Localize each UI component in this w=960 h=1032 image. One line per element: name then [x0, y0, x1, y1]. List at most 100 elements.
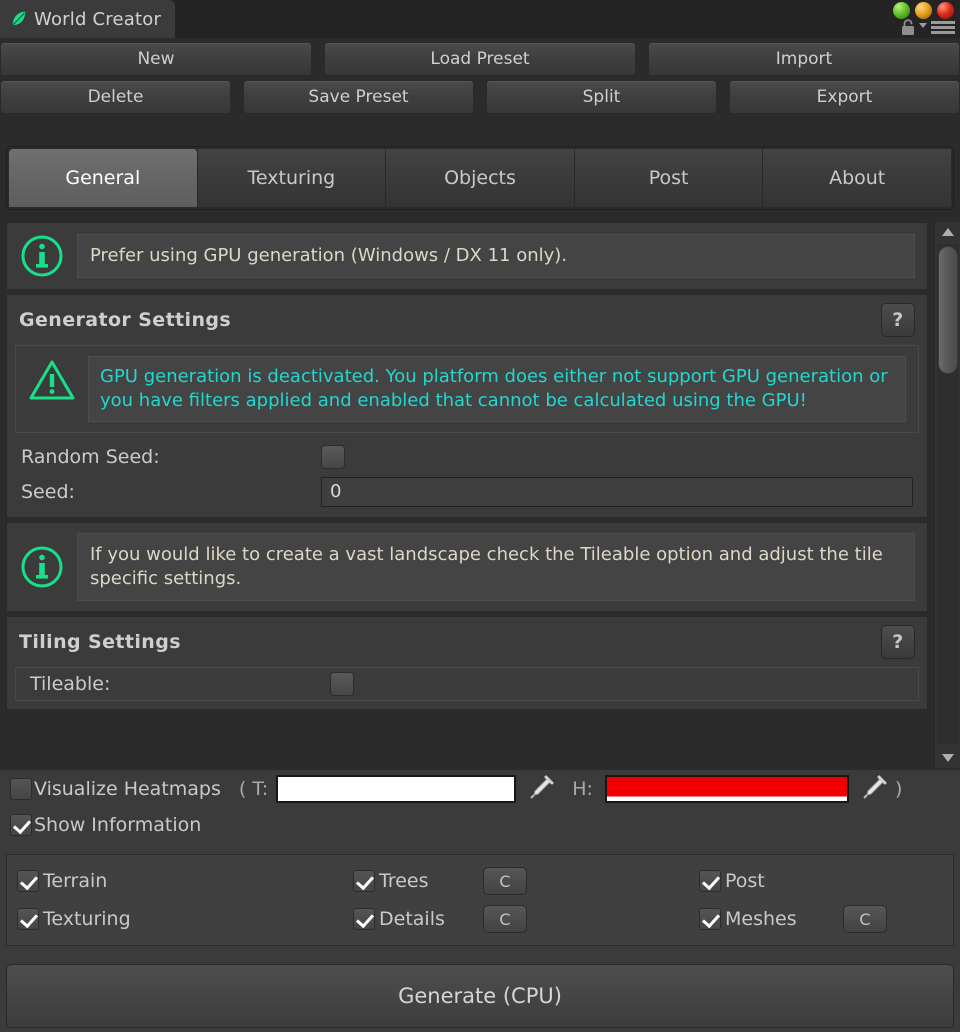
leaf-icon — [12, 11, 26, 26]
meshes-c-cell: C — [843, 905, 943, 933]
visualize-heatmaps-row: Visualize Heatmaps ( T: H: ) — [0, 770, 960, 806]
details-c-button[interactable]: C — [483, 905, 527, 933]
open-paren: ( — [238, 778, 247, 800]
chevron-up-icon — [942, 228, 954, 236]
new-button[interactable]: New — [0, 42, 312, 76]
tiling-settings-panel: Tiling Settings ? Tileable: — [6, 616, 928, 711]
tileable-row: Tileable: — [16, 668, 918, 700]
meshes-checkbox[interactable] — [699, 908, 721, 930]
generate-button[interactable]: Generate (CPU) — [6, 964, 954, 1028]
details-checkbox[interactable] — [353, 908, 375, 930]
minimize-orb-green[interactable] — [893, 2, 910, 19]
post-check[interactable]: Post — [699, 870, 843, 892]
scroll-down-button[interactable] — [935, 748, 960, 768]
generator-settings-header: Generator Settings ? — [7, 295, 927, 345]
toolbar-row-2: Delete Save Preset Split Export — [0, 76, 960, 114]
tab-about[interactable]: About — [763, 149, 951, 207]
window-tab[interactable]: World Creator — [0, 0, 176, 38]
visualize-heatmaps-label: Visualize Heatmaps — [34, 778, 221, 800]
scroll-up-button[interactable] — [935, 222, 960, 242]
hamburger-menu-icon[interactable] — [919, 20, 955, 35]
trees-checkbox[interactable] — [353, 870, 375, 892]
info-icon — [21, 546, 63, 588]
scrollbar-thumb[interactable] — [938, 246, 958, 374]
terrain-check[interactable]: Terrain — [17, 870, 353, 892]
details-label: Details — [379, 908, 445, 930]
seed-row: Seed: 0 — [7, 473, 927, 511]
tab-texturing[interactable]: Texturing — [197, 149, 387, 207]
gpu-warning-text: GPU generation is deactivated. You platf… — [88, 356, 906, 422]
bottom-panel: Visualize Heatmaps ( T: H: ) Show Inform… — [0, 770, 960, 1032]
chevron-down-icon — [942, 754, 954, 762]
generator-settings-title: Generator Settings — [19, 309, 232, 331]
tileable-checkbox[interactable] — [330, 672, 354, 697]
info-text-tiling: If you would like to create a vast lands… — [77, 532, 915, 602]
seed-label: Seed: — [21, 480, 75, 503]
tab-general[interactable]: General — [9, 149, 198, 207]
info-panel-gpu: Prefer using GPU generation (Windows / D… — [6, 222, 928, 290]
generation-targets-panel: Terrain Trees C Post Texturing Details C… — [6, 854, 954, 946]
tab-bar: General Texturing Objects Post About — [6, 146, 954, 210]
texturing-checkbox[interactable] — [17, 908, 39, 930]
heatmap-color-swatch[interactable] — [604, 775, 849, 803]
seed-input[interactable]: 0 — [321, 476, 913, 507]
tab-objects[interactable]: Objects — [386, 149, 575, 207]
terrain-label: Terrain — [43, 870, 108, 892]
gpu-warning-box: GPU generation is deactivated. You platf… — [15, 345, 919, 433]
meshes-check[interactable]: Meshes — [699, 908, 843, 930]
maximize-orb-orange[interactable] — [915, 2, 932, 19]
split-button[interactable]: Split — [486, 80, 717, 114]
window-title: World Creator — [34, 8, 162, 30]
title-bar: World Creator — [0, 0, 960, 38]
tileable-box: Tileable: — [15, 667, 919, 702]
info-icon — [21, 235, 63, 277]
t-label: T: — [252, 778, 269, 800]
eyedropper-icon[interactable] — [524, 775, 554, 803]
toolbar: New Load Preset Import Delete Save Prese… — [0, 38, 960, 114]
random-seed-row: Random Seed: — [7, 441, 927, 473]
info-panel-tiling: If you would like to create a vast lands… — [6, 521, 928, 613]
tiling-settings-help-button[interactable]: ? — [881, 625, 915, 660]
settings-scroll-area: Prefer using GPU generation (Windows / D… — [0, 222, 934, 768]
toolbar-row-1: New Load Preset Import — [0, 38, 960, 76]
warning-icon — [29, 360, 75, 400]
tab-post[interactable]: Post — [574, 149, 764, 207]
import-button[interactable]: Import — [648, 42, 960, 76]
generator-settings-panel: Generator Settings ? GPU generation is d… — [6, 294, 928, 518]
visualize-heatmaps-checkbox[interactable] — [10, 778, 32, 800]
trees-c-cell: C — [483, 867, 699, 895]
post-label: Post — [725, 870, 765, 892]
eyedropper-icon[interactable] — [857, 775, 887, 803]
trees-c-button[interactable]: C — [483, 867, 527, 895]
texturing-check[interactable]: Texturing — [17, 908, 353, 930]
post-checkbox[interactable] — [699, 870, 721, 892]
info-text-gpu: Prefer using GPU generation (Windows / D… — [77, 233, 915, 279]
details-check[interactable]: Details — [353, 908, 483, 930]
texturing-label: Texturing — [43, 908, 131, 930]
delete-button[interactable]: Delete — [0, 80, 231, 114]
vertical-scrollbar[interactable] — [934, 222, 960, 768]
lock-icon[interactable] — [900, 19, 916, 36]
random-seed-checkbox[interactable] — [321, 444, 345, 469]
meshes-label: Meshes — [725, 908, 797, 930]
tiling-settings-header: Tiling Settings ? — [7, 617, 927, 667]
terrain-color-swatch[interactable] — [276, 775, 517, 803]
tileable-label: Tileable: — [30, 673, 111, 696]
window-controls — [893, 2, 954, 19]
close-paren: ) — [894, 778, 903, 800]
load-preset-button[interactable]: Load Preset — [324, 42, 636, 76]
show-information-row: Show Information — [0, 806, 960, 842]
trees-label: Trees — [379, 870, 429, 892]
terrain-checkbox[interactable] — [17, 870, 39, 892]
close-orb-red[interactable] — [937, 2, 954, 19]
save-preset-button[interactable]: Save Preset — [243, 80, 474, 114]
show-information-label: Show Information — [34, 814, 202, 836]
h-label: H: — [572, 778, 593, 800]
trees-check[interactable]: Trees — [353, 870, 483, 892]
meshes-c-button[interactable]: C — [843, 905, 887, 933]
show-information-checkbox[interactable] — [10, 814, 32, 836]
generator-settings-help-button[interactable]: ? — [881, 303, 915, 337]
export-button[interactable]: Export — [729, 80, 960, 114]
tiling-settings-title: Tiling Settings — [19, 631, 181, 654]
random-seed-label: Random Seed: — [21, 445, 160, 468]
